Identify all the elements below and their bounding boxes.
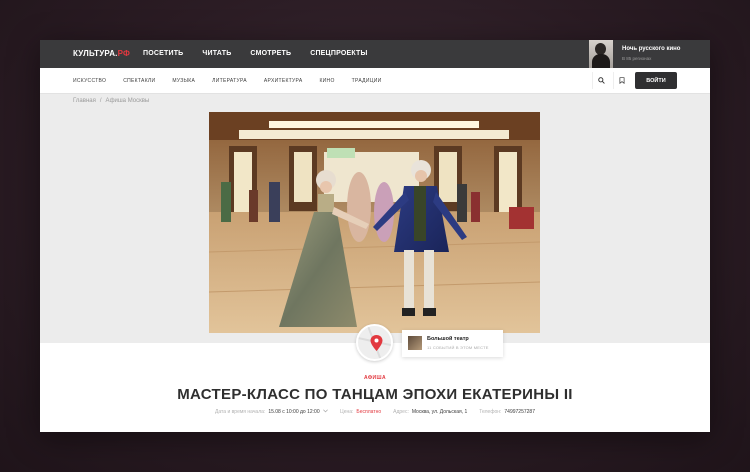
breadcrumb-current[interactable]: Афиша Москвы [106, 98, 150, 104]
logo-accent: РФ [117, 49, 131, 58]
ballroom-dance-photo [209, 112, 540, 333]
event-date-value: 15.08 с 10:00 до 12:00 [268, 409, 320, 415]
venue-events-count: 11 СОБЫТИЙ В ЭТОМ МЕСТЕ [427, 345, 489, 350]
logo-main: КУЛЬТУРА. [73, 49, 118, 58]
event-date: Дата и время начала: 15.08 с 10:00 до 12:… [215, 409, 328, 415]
venue-name: Большой театр [427, 336, 469, 342]
event-phone-value[interactable]: 74997257287 [504, 409, 535, 415]
login-button[interactable]: ВОЙТИ [635, 72, 677, 89]
top-header: КУЛЬТУРА.РФ ПОСЕТИТЬ ЧИТАТЬ СМОТРЕТЬ СПЕ… [40, 40, 710, 68]
nav-item-special-projects[interactable]: СПЕЦПРОЕКТЫ [310, 50, 367, 57]
event-price-label: Цена: [340, 409, 354, 415]
event-price: Цена: Бесплатно [340, 409, 381, 415]
breadcrumb-separator: / [99, 98, 102, 104]
promo-thumbnail [589, 40, 613, 68]
bookmark-button[interactable] [613, 72, 630, 89]
promo-title: Ночь русского кино [622, 46, 681, 52]
event-date-label: Дата и время начала: [215, 409, 266, 415]
promo-subtitle: В 85 регионах [622, 56, 652, 61]
venue-thumbnail [408, 336, 422, 350]
nav-item-visit[interactable]: ПОСЕТИТЬ [143, 50, 183, 57]
event-address: Адрес: Москва, ул. Дольская, 1 [393, 409, 467, 415]
event-title: МАСТЕР-КЛАСС ПО ТАНЦАМ ЭПОХИ ЕКАТЕРИНЫ I… [177, 386, 573, 403]
event-address-value[interactable]: Москва, ул. Дольская, 1 [412, 409, 467, 415]
category-performances[interactable]: СПЕКТАКЛИ [123, 78, 155, 84]
search-icon [597, 77, 605, 84]
category-architecture[interactable]: АРХИТЕКТУРА [264, 78, 303, 84]
chevron-down-icon[interactable] [323, 409, 328, 413]
nav-item-watch[interactable]: СМОТРЕТЬ [250, 50, 291, 57]
bookmark-icon [619, 77, 625, 84]
category-cinema[interactable]: КИНО [319, 78, 334, 84]
promo-banner[interactable]: Ночь русского кино В 85 регионах [589, 40, 710, 68]
event-address-label: Адрес: [393, 409, 409, 415]
browser-page: КУЛЬТУРА.РФ ПОСЕТИТЬ ЧИТАТЬ СМОТРЕТЬ СПЕ… [40, 40, 710, 432]
category-bar: ИСКУССТВО СПЕКТАКЛИ МУЗЫКА ЛИТЕРАТУРА АР… [40, 68, 710, 94]
category-art[interactable]: ИСКУССТВО [73, 78, 106, 84]
category-traditions[interactable]: ТРАДИЦИИ [352, 78, 382, 84]
venue-card[interactable]: Большой театр 11 СОБЫТИЙ В ЭТОМ МЕСТЕ [402, 330, 503, 357]
event-photo [209, 112, 540, 333]
event-phone: Телефон: 74997257287 [479, 409, 535, 415]
main-nav: ПОСЕТИТЬ ЧИТАТЬ СМОТРЕТЬ СПЕЦПРОЕКТЫ [143, 50, 368, 57]
map-thumbnail[interactable] [356, 324, 393, 361]
breadcrumb: Главная / Афиша Москвы [73, 98, 149, 104]
site-logo[interactable]: КУЛЬТУРА.РФ [73, 49, 130, 58]
event-price-value: Бесплатно [356, 409, 382, 415]
category-music[interactable]: МУЗЫКА [172, 78, 195, 84]
breadcrumb-home[interactable]: Главная [73, 98, 96, 104]
event-phone-label: Телефон: [479, 409, 502, 415]
category-nav: ИСКУССТВО СПЕКТАКЛИ МУЗЫКА ЛИТЕРАТУРА АР… [73, 78, 382, 84]
nav-item-read[interactable]: ЧИТАТЬ [202, 50, 231, 57]
search-button[interactable] [592, 72, 609, 89]
category-literature[interactable]: ЛИТЕРАТУРА [212, 78, 247, 84]
event-category[interactable]: АФИША [40, 375, 710, 381]
event-details: Дата и время начала: 15.08 с 10:00 до 12:… [40, 409, 710, 415]
